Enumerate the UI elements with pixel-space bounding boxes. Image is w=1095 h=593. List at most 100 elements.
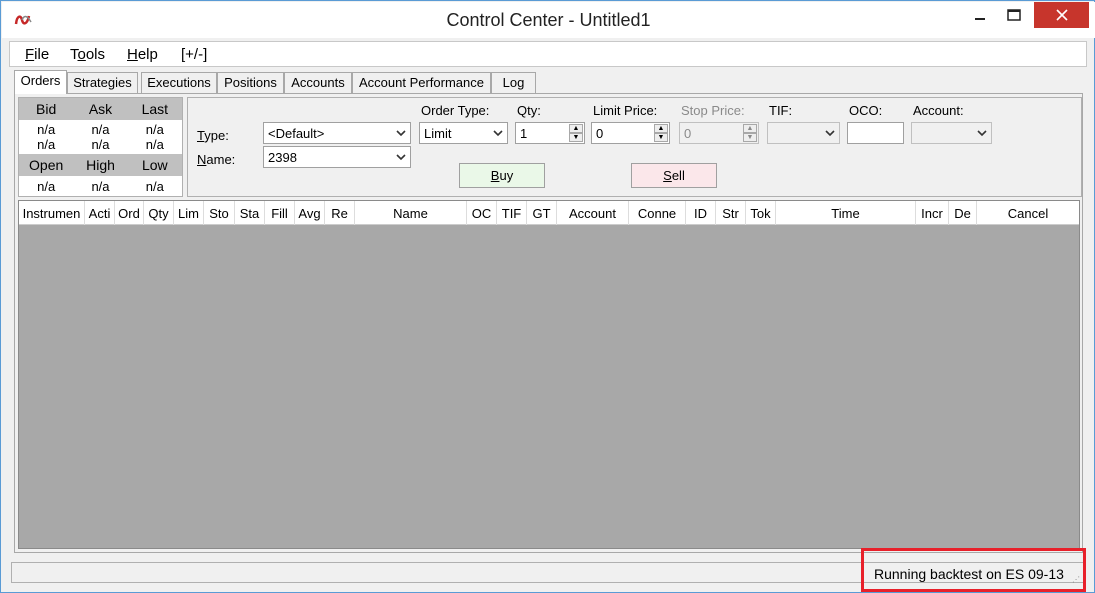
spin-down-icon[interactable]: ▼ [654,133,668,142]
tab-orders[interactable]: Orders [14,70,67,94]
col-tif[interactable]: TIF [497,201,527,225]
buy-button[interactable]: Buy [459,163,545,188]
col-strategy[interactable]: Str [716,201,746,225]
oco-label: OCO: [849,103,883,118]
stop-price-label: Stop Price: [681,103,745,118]
chevron-down-icon [493,130,503,137]
tab-strategies[interactable]: Strategies [67,72,138,93]
open-label: Open [29,157,64,173]
ask-value: n/a [91,122,110,137]
col-qty[interactable]: Qty [144,201,174,225]
sell-accel: S [663,168,672,183]
menu-toggle[interactable]: [+/-] [181,46,207,63]
spin-down-icon[interactable]: ▼ [569,133,583,142]
tab-account-performance[interactable]: Account Performance [352,72,491,93]
spin-down-icon: ▼ [743,133,757,142]
high-value: n/a [91,179,110,194]
tab-positions[interactable]: Positions [217,72,284,93]
col-token[interactable]: Tok [746,201,776,225]
minimize-icon [975,18,985,20]
chevron-down-icon [396,154,406,161]
order-type-dropdown[interactable]: Limit [419,122,508,144]
col-stop[interactable]: Sto [204,201,235,225]
col-avg[interactable]: Avg [295,201,325,225]
last-value-2: n/a [145,137,164,152]
orders-grid[interactable]: Instrumen Acti Ord Qty Lim Sto Sta Fill … [18,200,1080,549]
tab-executions[interactable]: Executions [141,72,217,93]
col-action[interactable]: Acti [85,201,115,225]
col-name[interactable]: Name [355,201,467,225]
col-order[interactable]: Ord [115,201,144,225]
open-value: n/a [37,179,56,194]
maximize-icon [1007,9,1021,21]
qty-stepper[interactable]: 1 ▲ ▼ [515,122,585,144]
grid-header: Instrumen Acti Ord Qty Lim Sto Sta Fill … [19,201,1079,225]
limit-price-stepper[interactable]: 0 ▲ ▼ [591,122,670,144]
name-label: Name: [197,152,235,167]
bid-label: Bid [36,101,57,117]
quote-box: Bid Ask Last n/a n/a n/a n/a n/a n/a Ope… [18,97,183,197]
col-filled[interactable]: Fill [265,201,295,225]
menu-tools-label: ols [85,46,106,63]
tab-log[interactable]: Log [491,72,536,93]
name-label-text: ame: [206,152,236,167]
minimize-button[interactable] [963,2,997,28]
quote-row: n/a n/a n/a [19,179,182,194]
limit-price-value: 0 [596,126,604,141]
menu-file[interactable]: File [25,46,49,63]
col-time[interactable]: Time [776,201,916,225]
type-label: Type: [197,128,229,143]
bid-value: n/a [37,122,56,137]
name-value: 2398 [268,150,297,165]
type-dropdown[interactable]: <Default> [263,122,411,144]
menu-file-label: ile [34,46,50,63]
close-icon [1055,9,1068,21]
stop-price-value: 0 [684,126,692,141]
orders-panel: Bid Ask Last n/a n/a n/a n/a n/a n/a Ope… [14,93,1083,553]
menu-file-accel: F [25,46,35,63]
col-limit[interactable]: Lim [174,201,204,225]
oco-input[interactable] [847,122,904,144]
col-id[interactable]: ID [686,201,716,225]
buy-label: uy [499,168,514,183]
quote-row: n/a n/a n/a [19,137,182,152]
menu-tools[interactable]: Tools [70,46,105,63]
sell-label: ell [671,168,685,183]
window-title: Control Center - Untitled1 [446,10,651,30]
type-label-text: ype: [204,128,229,143]
type-value: <Default> [268,126,325,141]
col-account[interactable]: Account [557,201,629,225]
chevron-down-icon [825,130,835,137]
main-window: Control Center - Untitled1 File Tools He… [0,0,1095,593]
spin-up-icon[interactable]: ▲ [569,124,583,133]
col-gtd[interactable]: GT [527,201,557,225]
sell-button[interactable]: Sell [631,163,717,188]
ask-value-2: n/a [91,137,110,152]
menu-help-accel: H [127,46,138,63]
col-oco[interactable]: OC [467,201,497,225]
spin-up-icon[interactable]: ▲ [654,124,668,133]
last-label: Last [141,101,169,117]
col-state[interactable]: Sta [235,201,265,225]
col-cancel[interactable]: Cancel [977,201,1079,225]
col-connection[interactable]: Conne [629,201,686,225]
tab-accounts[interactable]: Accounts [284,72,352,93]
col-increment[interactable]: Incr [916,201,949,225]
bid-value-2: n/a [37,137,56,152]
qty-label: Qty: [517,103,541,118]
close-button[interactable] [1034,2,1089,28]
col-instrument[interactable]: Instrumen [19,201,85,225]
col-decrement[interactable]: De [949,201,977,225]
name-dropdown[interactable]: 2398 [263,146,411,168]
maximize-button[interactable] [997,2,1031,28]
menu-help-label: elp [137,46,158,63]
low-label: Low [141,157,168,173]
order-entry: Type: <Default> Name: 2398 Order Type: L… [187,97,1082,197]
quote-row: n/a n/a n/a [19,122,182,137]
menu-help[interactable]: Help [127,46,158,63]
low-value: n/a [145,179,164,194]
col-remaining[interactable]: Re [325,201,355,225]
title-bar: Control Center - Untitled1 [2,2,1095,38]
chevron-down-icon [396,130,406,137]
tif-label: TIF: [769,103,793,118]
